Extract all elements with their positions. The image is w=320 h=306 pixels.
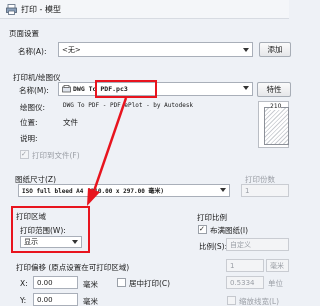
scale-value: 自定义	[230, 241, 251, 249]
print-to-file-checkbox[interactable]: ✓	[20, 150, 29, 159]
paper-size-dropdown[interactable]: ISO full bleed A4 (210.00 x 297.00 毫米)	[18, 184, 230, 197]
printer-name-label: 名称(M):	[19, 86, 49, 95]
window-title: 打印 - 模型	[21, 5, 61, 14]
scale-value2: 0.5334	[230, 279, 255, 287]
chevron-down-icon	[72, 240, 78, 244]
center-plot-checkbox[interactable]	[117, 278, 126, 287]
preview-width-label: 210	[270, 103, 282, 110]
add-page-setup-button[interactable]: 添加	[259, 42, 291, 57]
scale-value2-input[interactable]: 0.5334	[226, 276, 264, 289]
chevron-down-icon	[220, 188, 226, 192]
plotter-value: DWG To PDF - PDF ePlot - by Autodesk	[63, 102, 194, 109]
offset-x-label: X:	[20, 279, 28, 288]
plotter-icon	[62, 85, 71, 93]
plotter-label: 绘图仪:	[20, 103, 46, 112]
center-plot-label: 居中打印(C)	[129, 279, 171, 288]
scale-value1: 1	[230, 262, 235, 270]
title-bar: 打印 - 模型	[0, 0, 289, 19]
offset-x-input[interactable]: 0.00	[33, 276, 78, 289]
printer-name-highlight	[95, 80, 157, 98]
description-label: 说明:	[20, 134, 38, 143]
page-setup-name-label: 名称(A):	[18, 47, 47, 56]
offset-x-value: 0.00	[37, 279, 53, 287]
offset-y-value: 0.00	[37, 296, 53, 304]
offset-y-input[interactable]: 0.00	[33, 293, 78, 306]
paper-size-value: ISO full bleed A4 (210.00 x 297.00 毫米)	[22, 188, 165, 195]
paper-preview-sheet	[264, 107, 289, 145]
page-setup-group-label: 页面设置	[9, 29, 39, 38]
plot-scale-group-label: 打印比例	[197, 213, 227, 222]
printer-properties-button[interactable]: 特性	[257, 82, 291, 97]
scale-dropdown[interactable]: 自定义	[226, 238, 289, 251]
offset-y-label: Y:	[20, 296, 27, 305]
scale-label: 比例(S):	[199, 242, 228, 251]
plot-offset-group-label: 打印偏移 (原点设置在可打印区域)	[16, 263, 130, 272]
scale-lineweights-label: 缩放线宽(L)	[239, 297, 280, 306]
check-icon: ✓	[199, 225, 205, 233]
page-setup-name-dropdown[interactable]: <无>	[58, 42, 253, 57]
scale-unit1-dropdown[interactable]: 毫米	[266, 259, 289, 272]
copies-value: 1	[245, 187, 250, 195]
print-icon	[6, 4, 17, 15]
print-to-file-label: 打印到文件(F)	[32, 151, 80, 160]
offset-x-unit: 毫米	[83, 280, 98, 289]
page-setup-name-value: <无>	[62, 46, 81, 54]
printer-group-label: 打印机/绘图仪	[13, 73, 61, 82]
scale-unit2-label: 单位	[268, 279, 283, 288]
scale-value1-input[interactable]: 1	[226, 259, 264, 272]
scale-unit1: 毫米	[270, 262, 284, 270]
location-value: 文件	[63, 118, 78, 127]
plot-range-dropdown[interactable]: 显示	[20, 236, 82, 248]
chevron-down-icon	[243, 48, 249, 52]
location-label: 位置:	[20, 118, 38, 127]
fit-to-paper-label: 布满图纸(I)	[210, 226, 249, 235]
copies-input[interactable]: 1	[241, 184, 289, 197]
scale-lineweights-checkbox[interactable]	[227, 296, 236, 305]
check-icon: ✓	[21, 150, 27, 158]
chevron-down-icon	[243, 86, 249, 90]
plot-range-value: 显示	[24, 238, 38, 246]
plot-area-group-label: 打印区域	[16, 212, 46, 221]
plot-range-label: 打印范围(W):	[20, 226, 66, 235]
offset-y-unit: 毫米	[83, 297, 98, 306]
fit-to-paper-checkbox[interactable]: ✓	[198, 225, 207, 234]
